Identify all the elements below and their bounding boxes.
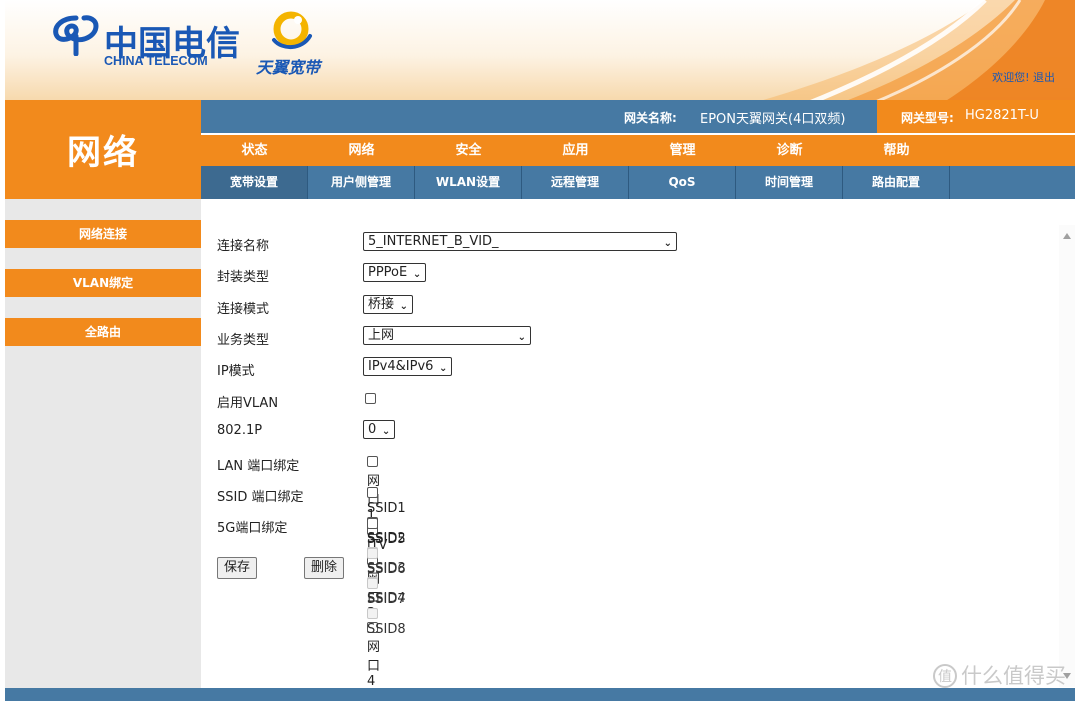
tab-wlan-settings[interactable]: WLAN设置 (415, 166, 522, 199)
main-menu-security[interactable]: 安全 (415, 135, 522, 166)
delete-button[interactable]: 删除 (304, 557, 345, 579)
main-menu-management[interactable]: 管理 (629, 135, 736, 166)
china-telecom-logo: 中国电信 CHINA TELECOM (52, 14, 240, 68)
welcome-area: 欢迎您! 退出 (992, 69, 1055, 85)
sidebar-item-full-route[interactable]: 全路由 (5, 318, 201, 346)
router-admin-page: 中国电信 CHINA TELECOM 天翼宽带 欢迎您! 退出 网络 网关名称:… (5, 0, 1075, 701)
gateway-type: HG2821T-U (965, 108, 1039, 123)
section-title: 网络 (5, 100, 201, 199)
main-menu-application[interactable]: 应用 (522, 135, 629, 166)
logo-en-text: CHINA TELECOM (104, 54, 208, 68)
main-menu-help[interactable]: 帮助 (843, 135, 950, 166)
chevron-down-icon: ⌄ (399, 301, 409, 312)
main-menu-status[interactable]: 状态 (201, 135, 308, 166)
tab-broadband-settings[interactable]: 宽带设置 (201, 166, 308, 199)
ssid6-checkbox (367, 548, 378, 559)
lan-binding-label: LAN 端口绑定 (217, 459, 300, 474)
main-menu-diagnostics[interactable]: 诊断 (736, 135, 843, 166)
gateway-type-label: 网关型号: (901, 111, 954, 125)
connection-name-label: 连接名称 (217, 239, 270, 254)
connection-name-select[interactable]: 5_INTERNET_B_VID_ ⌄ (363, 232, 677, 251)
watermark-text: 什么值得买 (961, 664, 1066, 688)
ssid5g-option: SSID6 (367, 547, 406, 577)
main-menu-network[interactable]: 网络 (308, 135, 415, 166)
ssid7-checkbox (367, 578, 378, 589)
telecom-swirl-icon (53, 15, 99, 57)
enable-vlan-label: 启用VLAN (217, 396, 279, 411)
tab-time-management[interactable]: 时间管理 (736, 166, 843, 199)
chevron-down-icon: ⌄ (517, 332, 526, 343)
ssid-option[interactable]: SSID1 (367, 486, 406, 516)
tab-remote-management[interactable]: 远程管理 (522, 166, 629, 199)
tab-user-side-management[interactable]: 用户侧管理 (308, 166, 415, 199)
welcome-text: 欢迎您! (992, 71, 1030, 84)
main-content: 连接名称 5_INTERNET_B_VID_ ⌄ 封装类型 PPPoE ⌄ 连接… (201, 199, 1075, 689)
sidebar-item-vlan-binding[interactable]: VLAN绑定 (5, 269, 201, 297)
lan-port-1-checkbox[interactable] (367, 456, 378, 467)
gateway-name: EPON天翼网关(4口双频) (700, 112, 846, 127)
service-type-select[interactable]: 上网 ⌄ (363, 326, 531, 345)
gateway-type-box: 网关型号: HG2821T-U (877, 100, 1075, 133)
tab-route-config[interactable]: 路由配置 (843, 166, 950, 199)
sidebar-item-network-connection[interactable]: 网络连接 (5, 220, 201, 248)
chevron-down-icon: ⌄ (412, 269, 422, 280)
watermark-icon: 值 (933, 664, 957, 688)
ssid5g-option: SSID7 (367, 577, 406, 607)
connection-mode-label: 连接模式 (217, 302, 270, 317)
chevron-down-icon: ⌄ (381, 426, 391, 437)
chevron-down-icon: ⌄ (663, 238, 672, 249)
logout-link[interactable]: 退出 (1033, 71, 1055, 84)
chevron-down-icon: ⌄ (439, 363, 448, 374)
p8021-select[interactable]: 0 ⌄ (363, 420, 396, 439)
ssid5g-binding-label: 5G端口绑定 (217, 521, 288, 536)
ssid5g-option[interactable]: SSID5 (367, 517, 406, 547)
ip-mode-label: IP模式 (217, 364, 255, 379)
ssid8-checkbox (367, 608, 378, 619)
sub-brand-text: 天翼宽带 (256, 58, 321, 77)
service-type-label: 业务类型 (217, 333, 270, 348)
main-menu: 状态 网络 安全 应用 管理 诊断 帮助 (201, 133, 1075, 166)
header: 中国电信 CHINA TELECOM 天翼宽带 欢迎您! 退出 (5, 0, 1075, 100)
gateway-info-bar: 网关名称: EPON天翼网关(4口双频) 网关型号: HG2821T-U (201, 100, 1075, 133)
encap-type-label: 封装类型 (217, 270, 270, 285)
ssid-binding-label: SSID 端口绑定 (217, 490, 304, 505)
tab-qos[interactable]: QoS (629, 166, 736, 199)
ssid5g-option: SSID8 (367, 607, 406, 637)
tianyi-ring-icon (272, 11, 312, 49)
ssid1-checkbox[interactable] (367, 487, 378, 498)
vertical-scrollbar[interactable] (1059, 225, 1075, 687)
sub-menu: 宽带设置 用户侧管理 WLAN设置 远程管理 QoS 时间管理 路由配置 (201, 166, 1075, 199)
ip-mode-select[interactable]: IPv4&IPv6 ⌄ (363, 357, 453, 376)
save-button[interactable]: 保存 (217, 557, 258, 579)
enable-vlan-checkbox[interactable] (365, 393, 376, 404)
watermark: 值什么值得买 (933, 660, 1066, 690)
header-swoosh (763, 0, 1075, 100)
scroll-up-icon[interactable] (1063, 233, 1071, 239)
footer-bar (5, 688, 1075, 701)
ssid5-checkbox[interactable] (367, 518, 378, 529)
p8021-label: 802.1P (217, 423, 263, 438)
gateway-name-label: 网关名称: (624, 111, 677, 125)
encap-type-select[interactable]: PPPoE ⌄ (363, 263, 427, 282)
connection-mode-select[interactable]: 桥接 ⌄ (363, 295, 414, 314)
sidebar: 网络连接 VLAN绑定 全路由 (5, 199, 201, 688)
